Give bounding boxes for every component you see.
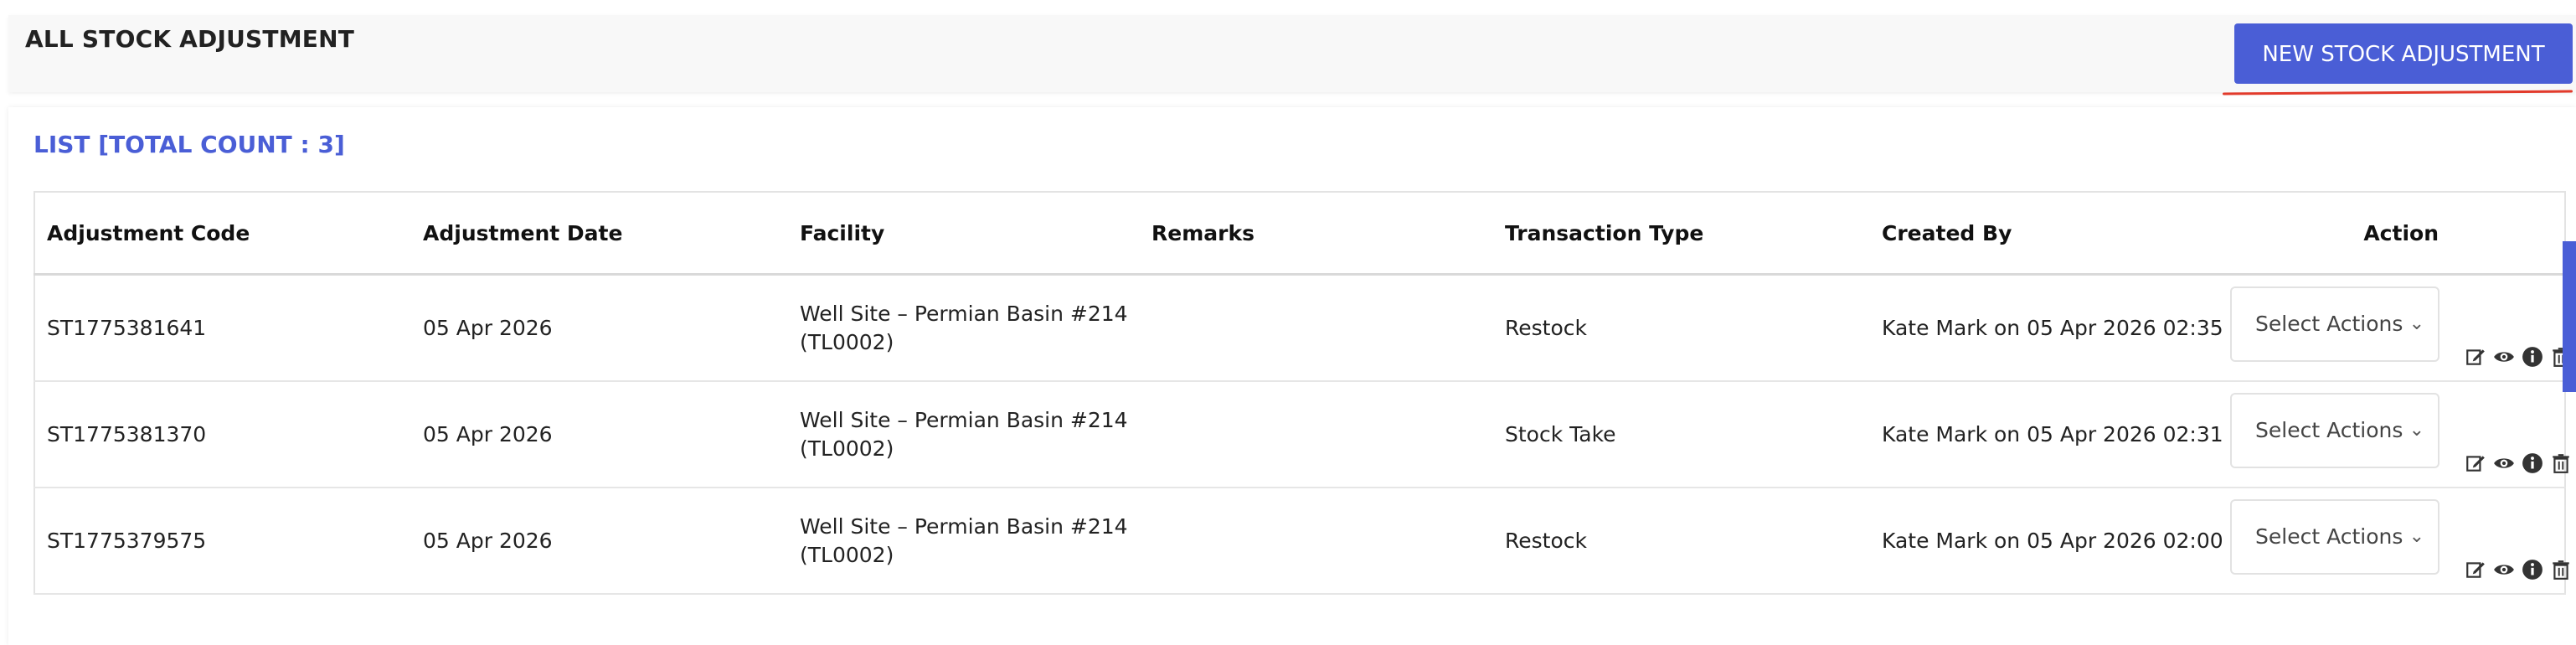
delete-icon[interactable] <box>2550 452 2572 474</box>
cell-remarks <box>1140 488 1493 595</box>
page-header: ALL STOCK ADJUSTMENT NEW STOCK ADJUSTMEN… <box>8 15 2576 92</box>
table-row: ST1775381370 05 Apr 2026 Well Site – Permi… <box>34 381 2569 488</box>
cell-remarks <box>1140 274 1493 382</box>
cell-date: 05 Apr 2026 <box>411 381 788 488</box>
column-header-facility[interactable]: Facility <box>788 192 1140 276</box>
column-header-code[interactable]: Adjustment Code <box>34 192 411 276</box>
view-icon[interactable] <box>2493 452 2515 474</box>
row-action-icons <box>2465 342 2576 370</box>
cell-created-by: Kate Mark on 05 Apr 2026 02:31 <box>1870 381 2230 488</box>
action-select-value: Select Actions <box>2255 311 2403 336</box>
cell-facility: Well Site – Permian Basin #214 (TL0002) <box>788 381 1140 488</box>
scrollbar-thumb[interactable] <box>2563 241 2576 392</box>
facility-name: Well Site – Permian Basin #214 <box>800 301 1128 326</box>
cell-created-by: Kate Mark on 05 Apr 2026 02:00 <box>1870 488 2230 595</box>
chevron-down-icon: ⌄ <box>2409 419 2424 441</box>
view-icon[interactable] <box>2493 559 2515 580</box>
action-select-value: Select Actions <box>2255 417 2403 442</box>
info-icon[interactable] <box>2522 346 2543 368</box>
action-select[interactable]: Select Actions ⌄ <box>2230 392 2439 468</box>
action-select[interactable]: Select Actions ⌄ <box>2230 286 2439 362</box>
edit-icon[interactable] <box>2465 452 2486 474</box>
facility-code: (TL0002) <box>800 542 894 567</box>
facility-name: Well Site – Permian Basin #214 <box>800 513 1128 539</box>
chevron-down-icon: ⌄ <box>2409 525 2424 547</box>
page-title: ALL STOCK ADJUSTMENT <box>25 25 355 53</box>
chevron-down-icon: ⌄ <box>2409 312 2424 334</box>
cell-type: Restock <box>1493 488 1870 595</box>
cell-date: 05 Apr 2026 <box>411 488 788 595</box>
cell-code: ST1775381641 <box>34 274 411 382</box>
edit-icon[interactable] <box>2465 346 2486 368</box>
cell-type: Stock Take <box>1493 381 1870 488</box>
cell-facility: Well Site – Permian Basin #214 (TL0002) <box>788 274 1140 382</box>
facility-name: Well Site – Permian Basin #214 <box>800 407 1128 432</box>
view-icon[interactable] <box>2493 346 2515 368</box>
info-icon[interactable] <box>2522 452 2543 474</box>
cell-action: Select Actions ⌄ <box>2230 488 2569 595</box>
table-row: ST1775381641 05 Apr 2026 Well Site – Permi… <box>34 274 2569 382</box>
cell-code: ST1775379575 <box>34 488 411 595</box>
cell-remarks <box>1140 381 1493 488</box>
row-action-icons <box>2465 555 2576 583</box>
edit-icon[interactable] <box>2465 559 2486 580</box>
column-header-date[interactable]: Adjustment Date <box>411 192 788 276</box>
action-select-value: Select Actions <box>2255 524 2403 549</box>
new-stock-adjustment-button[interactable]: NEW STOCK ADJUSTMENT <box>2234 23 2573 84</box>
cell-action: Select Actions ⌄ <box>2230 381 2569 488</box>
stock-adjustment-table: Adjustment Code Adjustment Date Facility… <box>33 191 2569 595</box>
column-header-action: Action <box>2230 192 2565 276</box>
cell-created-by: Kate Mark on 05 Apr 2026 02:35 <box>1870 274 2230 382</box>
facility-code: (TL0002) <box>800 436 894 461</box>
cell-facility: Well Site – Permian Basin #214 (TL0002) <box>788 488 1140 595</box>
row-action-icons <box>2465 448 2576 477</box>
table-row: ST1775379575 05 Apr 2026 Well Site – Permi… <box>34 488 2569 595</box>
column-header-created-by[interactable]: Created By <box>1870 192 2230 276</box>
column-header-remarks[interactable]: Remarks <box>1140 192 1493 276</box>
cell-date: 05 Apr 2026 <box>411 274 788 382</box>
list-title: LIST [TOTAL COUNT : 3] <box>33 131 345 158</box>
cell-type: Restock <box>1493 274 1870 382</box>
cell-code: ST1775381370 <box>34 381 411 488</box>
column-header-type[interactable]: Transaction Type <box>1493 192 1870 276</box>
cell-action: Select Actions ⌄ <box>2230 274 2569 382</box>
list-card: LIST [TOTAL COUNT : 3] Adjustment Code A… <box>8 107 2576 645</box>
facility-code: (TL0002) <box>800 329 894 354</box>
info-icon[interactable] <box>2522 559 2543 580</box>
delete-icon[interactable] <box>2550 559 2572 580</box>
table-header-row: Adjustment Code Adjustment Date Facility… <box>34 192 2565 276</box>
action-select[interactable]: Select Actions ⌄ <box>2230 498 2439 575</box>
